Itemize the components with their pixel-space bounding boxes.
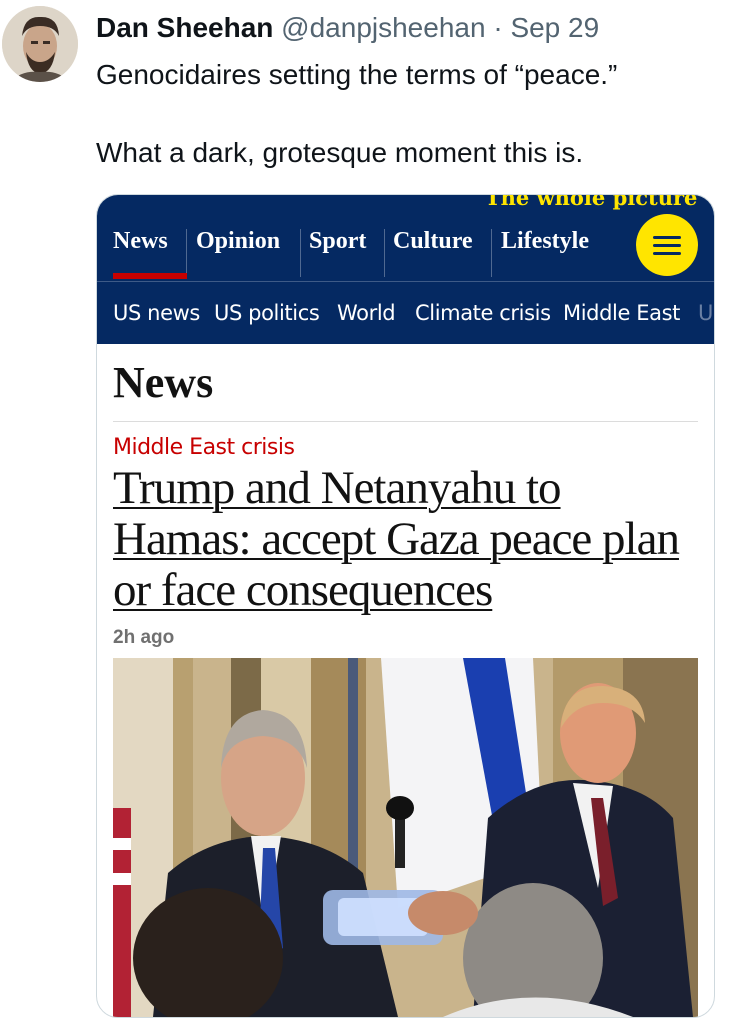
author-name[interactable]: Dan Sheehan xyxy=(96,12,273,43)
pillar-divider xyxy=(186,229,187,277)
section-title: News xyxy=(113,358,214,407)
subnav-overflow[interactable]: U xyxy=(698,282,713,344)
article-screenshot-card[interactable]: The whole picture News Opinion Sport Cul… xyxy=(96,194,715,1018)
subnav-us-news[interactable]: US news xyxy=(113,282,200,344)
secondary-nav: US news US politics World Climate crisis… xyxy=(97,281,714,344)
article-headline[interactable]: Trump and Netanyahu to Hamas: accept Gaz… xyxy=(113,463,703,616)
author-handle[interactable]: @danpjsheehan xyxy=(281,12,485,43)
subnav-climate-crisis[interactable]: Climate crisis xyxy=(415,282,551,344)
pillar-divider xyxy=(300,229,301,277)
pillar-divider xyxy=(491,229,492,277)
tweet-text: Genocidaires setting the terms of “peace… xyxy=(96,55,716,173)
tweet-date[interactable]: Sep 29 xyxy=(510,12,599,43)
article-kicker[interactable]: Middle East crisis xyxy=(113,435,295,460)
article-timestamp: 2h ago xyxy=(113,627,175,648)
article-photo[interactable] xyxy=(113,658,698,1017)
primary-nav: The whole picture News Opinion Sport Cul… xyxy=(97,195,714,281)
tweet-text-line: What a dark, grotesque moment this is. xyxy=(96,137,584,168)
tweet-header: Dan Sheehan @danpjsheehan · Sep 29 xyxy=(96,12,599,44)
subnav-world[interactable]: World xyxy=(337,282,396,344)
divider xyxy=(113,421,698,422)
pillar-divider xyxy=(384,229,385,277)
tweet-text-line: Genocidaires setting the terms of “peace… xyxy=(96,59,618,90)
pillar-opinion[interactable]: Opinion xyxy=(196,225,280,281)
pillar-lifestyle[interactable]: Lifestyle xyxy=(501,225,589,281)
author-avatar[interactable] xyxy=(2,6,78,82)
pillar-sport[interactable]: Sport xyxy=(309,225,366,281)
separator-dot: · xyxy=(493,12,503,43)
subnav-middle-east[interactable]: Middle East xyxy=(563,282,680,344)
subnav-us-politics[interactable]: US politics xyxy=(214,282,320,344)
hamburger-menu-icon[interactable] xyxy=(636,214,698,276)
site-tagline: The whole picture xyxy=(485,195,698,210)
pillar-culture[interactable]: Culture xyxy=(393,225,473,281)
active-pillar-indicator xyxy=(113,273,187,279)
